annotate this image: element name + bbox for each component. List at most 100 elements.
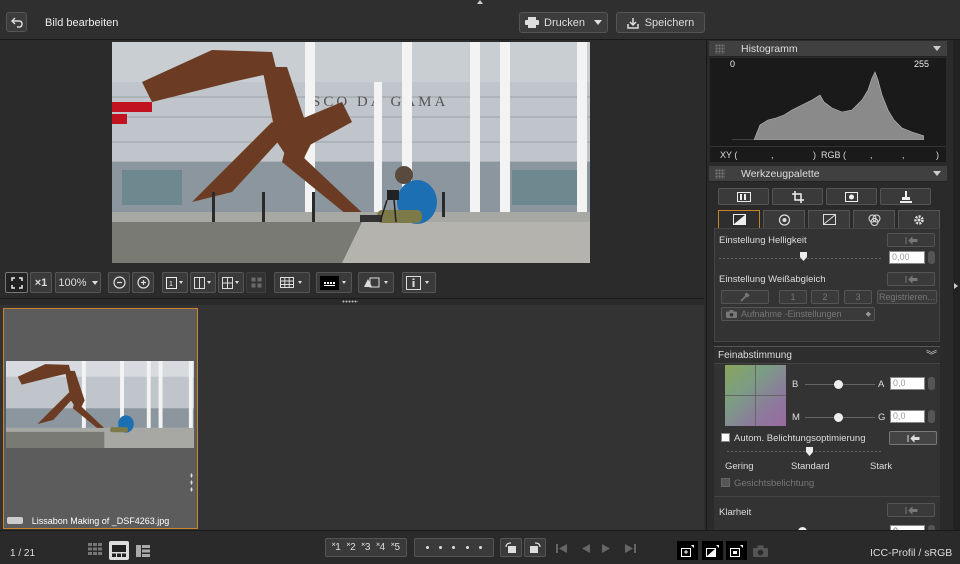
wb-register-button[interactable]: Registrieren... <box>877 290 937 304</box>
sync-view-button[interactable] <box>246 272 266 293</box>
brightness-spinner[interactable] <box>928 251 935 264</box>
rgb-label: RGB ( <box>821 150 847 160</box>
grid-overlay-button[interactable] <box>274 272 310 293</box>
before-after-button[interactable] <box>677 541 698 560</box>
optimization-level-track[interactable] <box>727 451 882 452</box>
star-2-dot-icon[interactable] <box>439 546 443 549</box>
tool-image-button[interactable] <box>826 188 877 205</box>
tab-exposure[interactable] <box>718 210 760 228</box>
rating-2-button[interactable]: ˟2 <box>347 542 356 553</box>
tool-crop-button[interactable] <box>772 188 823 205</box>
tool-basic-button[interactable] <box>718 188 769 205</box>
rating-1-button[interactable]: ˟1 <box>332 542 341 553</box>
last-image-icon[interactable] <box>625 544 636 553</box>
first-image-icon[interactable] <box>556 544 567 553</box>
thumbnail-item[interactable]: Lissabon Making of _DSF4263.jpg <box>3 308 198 529</box>
collapse-top-icon[interactable] <box>477 0 483 4</box>
brightness-reset-button[interactable] <box>887 233 935 247</box>
star-1-dot-icon[interactable] <box>426 546 430 549</box>
histogram-header[interactable]: Histogramm <box>709 41 947 57</box>
preview-layout-icon <box>112 544 126 557</box>
viewer-toolbar: ×1 100% 1 <box>0 268 704 298</box>
rating-4-button[interactable]: ˟4 <box>376 542 385 553</box>
star-rating-group <box>414 538 494 557</box>
eyedropper-icon <box>740 292 750 302</box>
zoom-out-button[interactable] <box>108 272 130 293</box>
thumbnail-grid-icon <box>88 543 102 555</box>
tab-settings[interactable] <box>898 210 940 228</box>
brightness-value[interactable]: 0,00 <box>889 251 925 264</box>
af-point-button[interactable] <box>316 272 352 293</box>
ba-spinner[interactable] <box>928 377 935 390</box>
previous-image-icon[interactable] <box>579 544 590 553</box>
page-title: Bild bearbeiten <box>45 17 119 29</box>
grid-view-button[interactable] <box>218 272 244 293</box>
rotate-left-button[interactable] <box>500 538 522 557</box>
wb-preset-select[interactable]: Aufnahme -Einstellungen ◆ <box>721 307 875 321</box>
rating-5-button[interactable]: ˟5 <box>391 542 400 553</box>
zoom-out-icon <box>112 276 126 289</box>
info-button[interactable] <box>402 272 436 293</box>
tool-stamp-button[interactable] <box>880 188 931 205</box>
print-button[interactable]: Drucken <box>519 12 608 33</box>
printer-icon <box>525 17 540 28</box>
star-4-dot-icon[interactable] <box>465 546 469 549</box>
mg-spinner[interactable] <box>928 410 935 423</box>
compare-button[interactable] <box>702 541 723 560</box>
auto-opt-reset-button[interactable] <box>889 431 937 445</box>
rgb-separator-2: , <box>902 150 905 160</box>
save-button[interactable]: Speichern <box>616 12 705 33</box>
list-layout-button[interactable] <box>133 541 153 560</box>
tab-color[interactable] <box>853 210 895 228</box>
wb-preset-2-button[interactable]: 2 <box>811 290 839 304</box>
tool-palette-header[interactable]: Werkzeugpalette <box>709 166 947 182</box>
ba-slider-knob[interactable] <box>834 380 843 389</box>
next-image-icon[interactable] <box>602 544 613 553</box>
compare-view-button[interactable] <box>190 272 216 293</box>
brightness-slider-track[interactable] <box>719 258 883 259</box>
back-button[interactable] <box>6 12 27 32</box>
clarity-reset-button[interactable] <box>887 503 935 517</box>
grid-layout-button[interactable] <box>88 543 106 559</box>
ba-value[interactable]: 0,0 <box>890 377 925 390</box>
tab-curves[interactable] <box>808 210 850 228</box>
mg-slider-knob[interactable] <box>834 413 843 422</box>
print-dropdown-icon[interactable] <box>593 20 602 25</box>
wb-reset-button[interactable] <box>887 272 935 286</box>
save-icon <box>626 17 639 29</box>
collapse-right-icon[interactable] <box>954 283 958 289</box>
level-low-label: Gering <box>725 461 754 472</box>
mg-value[interactable]: 0,0 <box>890 410 925 423</box>
highlight-warning-button[interactable] <box>358 272 394 293</box>
star-5-dot-icon[interactable] <box>478 546 482 549</box>
fit-screen-icon <box>10 276 23 289</box>
face-exposure-checkbox[interactable] <box>721 478 730 487</box>
collapse-icon[interactable] <box>933 171 941 176</box>
main-photo: SCO DA GAMA <box>112 42 590 263</box>
rating-3-button[interactable]: ˟3 <box>362 542 371 553</box>
fit-screen-button[interactable] <box>5 272 28 293</box>
rotate-right-button[interactable] <box>524 538 546 557</box>
histogram-title: Histogramm <box>741 42 798 55</box>
wb-preset-1-button[interactable]: 1 <box>779 290 807 304</box>
camera-button[interactable] <box>750 541 771 560</box>
fit-view-button[interactable] <box>726 541 747 560</box>
zoom-dropdown-icon <box>91 280 98 285</box>
panel-resize-handle[interactable] <box>0 298 704 305</box>
color-balance-grid[interactable] <box>725 365 786 426</box>
wb-eyedropper-button[interactable] <box>721 290 769 304</box>
tab-lens[interactable] <box>763 210 805 228</box>
single-view-button[interactable]: 1 <box>162 272 188 293</box>
fine-tune-title: Feinabstimmung <box>718 350 792 361</box>
wb-preset-3-button[interactable]: 3 <box>844 290 872 304</box>
stamp-icon <box>899 190 912 203</box>
zoom-select[interactable]: 100% <box>55 272 101 293</box>
auto-optimization-checkbox[interactable] <box>721 433 730 442</box>
collapse-icon[interactable] <box>933 46 941 51</box>
zoom-x1-button[interactable]: ×1 <box>30 272 52 293</box>
double-chevron-icon[interactable]: ︾ <box>926 347 937 363</box>
zoom-in-button[interactable] <box>132 272 154 293</box>
fine-tune-header[interactable]: Feinabstimmung ︾ <box>714 346 940 364</box>
star-3-dot-icon[interactable] <box>452 546 456 549</box>
preview-layout-button[interactable] <box>109 541 129 560</box>
